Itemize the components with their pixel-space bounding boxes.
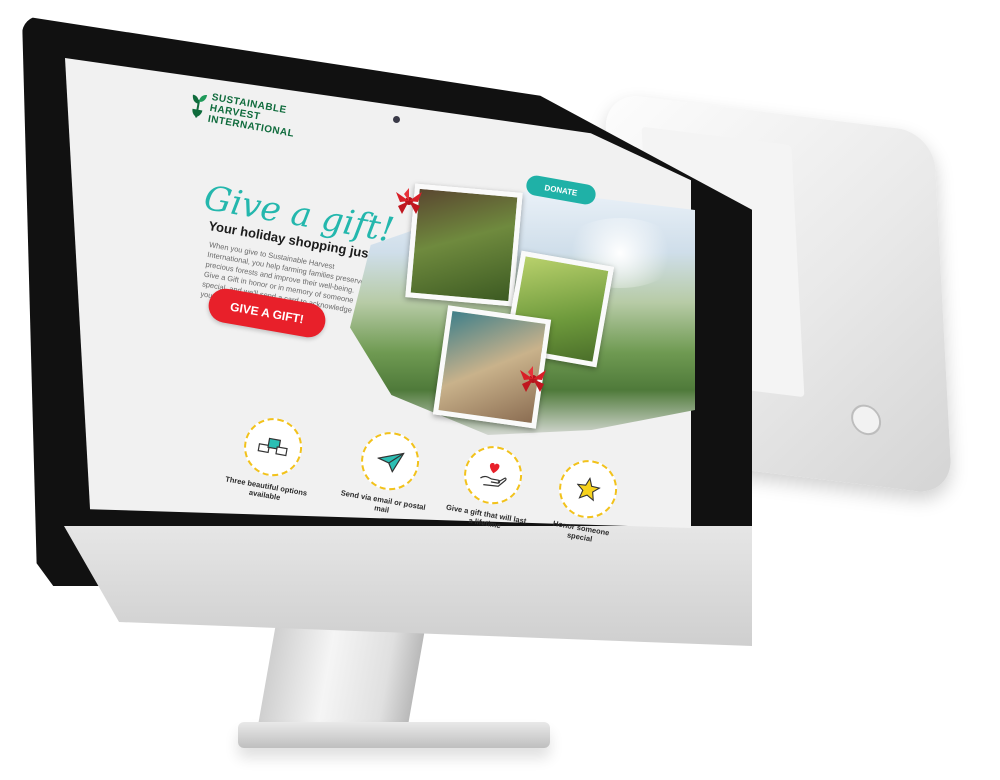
feature-item: Honor someone special — [538, 453, 635, 548]
feature-icon-ring — [459, 441, 527, 509]
cards-icon — [257, 437, 288, 457]
star-icon — [576, 476, 601, 502]
feature-item: Send via email or postal mail — [334, 424, 443, 521]
feature-icon-ring — [239, 413, 307, 481]
sprout-icon — [192, 94, 208, 118]
feature-icon-ring — [356, 427, 424, 495]
feature-icon-ring — [554, 455, 622, 523]
device-mockup-scene: SUSTAINABLE HARVEST INTERNATIONAL Give a… — [0, 0, 1000, 780]
gift-bow-icon — [520, 366, 546, 392]
desktop-monitor: SUSTAINABLE HARVEST INTERNATIONAL Give a… — [0, 0, 1000, 780]
gift-bow-icon — [396, 188, 422, 214]
webcam — [393, 116, 400, 123]
monitor-chin — [64, 526, 752, 646]
paper-plane-icon — [376, 452, 405, 474]
hand-heart-icon — [480, 463, 507, 487]
feature-item: Three beautiful options available — [222, 411, 321, 507]
feature-item: Give a gift that will last a lifetime — [442, 439, 541, 535]
